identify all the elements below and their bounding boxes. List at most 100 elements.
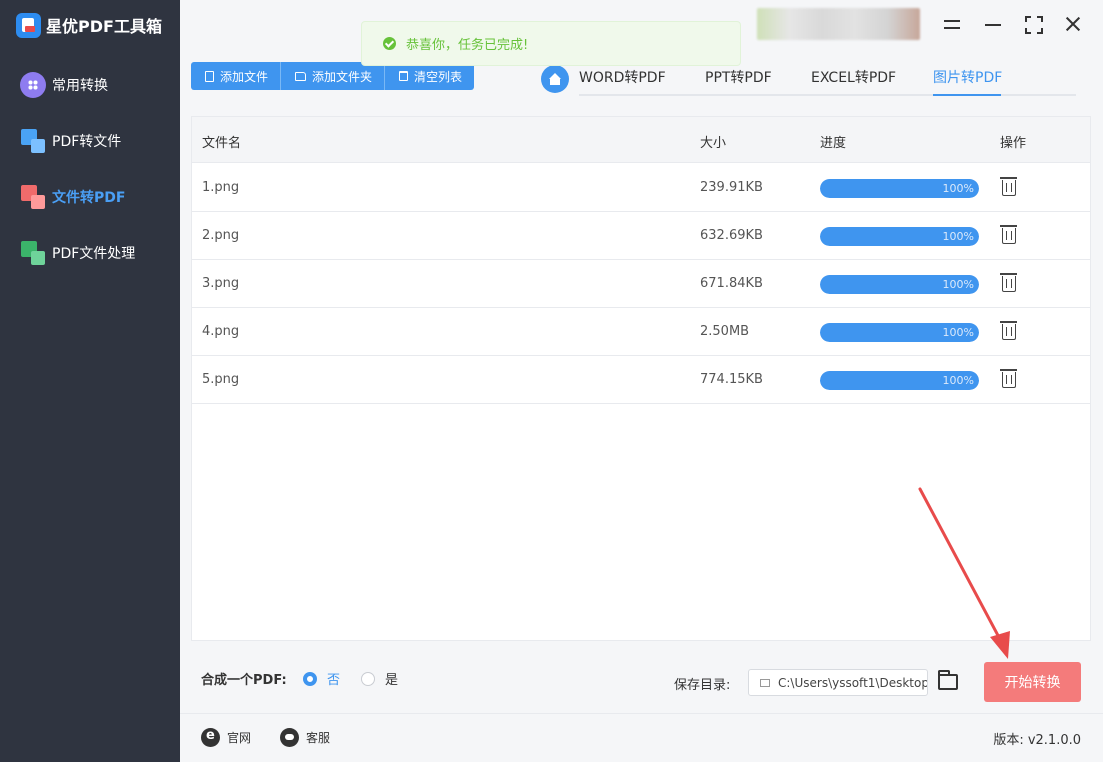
open-folder-icon[interactable] [938, 670, 958, 690]
tab-strip: WORD转PDF PPT转PDF EXCEL转PDF 图片转PDF [579, 62, 1076, 96]
progress-bar: 100% [820, 179, 979, 198]
delete-icon[interactable] [1000, 177, 1017, 196]
folder-icon [295, 71, 307, 81]
conversion-tabs: WORD转PDF PPT转PDF EXCEL转PDF 图片转PDF [541, 62, 1076, 96]
progress-bar: 100% [820, 323, 979, 342]
start-convert-button[interactable]: 开始转换 [984, 662, 1081, 702]
minimize-icon[interactable] [982, 13, 1004, 35]
progress-bar: 100% [820, 275, 979, 294]
file-name: 1.png [202, 180, 240, 195]
website-label: 官网 [227, 731, 252, 745]
support-label: 客服 [306, 731, 331, 745]
version-text: 版本: v2.1.0.0 [993, 733, 1081, 748]
delete-icon[interactable] [1000, 369, 1017, 388]
file-toolbar: 添加文件 添加文件夹 清空列表 [191, 62, 475, 90]
website-link[interactable]: 官网 [201, 728, 251, 747]
app-title-bar: 星优PDF工具箱 [16, 11, 162, 39]
pdf-process-icon [20, 240, 46, 266]
clear-list-label: 清空列表 [414, 69, 463, 84]
sidebar-item-pdf-process[interactable]: PDF文件处理 [20, 238, 135, 268]
sidebar-item-pdf-to-file[interactable]: PDF转文件 [20, 126, 121, 156]
tab-ppt-to-pdf[interactable]: PPT转PDF [705, 67, 772, 87]
file-size: 774.15KB [700, 372, 763, 387]
radio-checked-icon [303, 671, 317, 686]
browser-icon [201, 728, 220, 747]
clear-list-button[interactable]: 清空列表 [385, 62, 474, 90]
column-header-size: 大小 [700, 136, 727, 151]
file-to-pdf-icon [20, 184, 46, 210]
settings-icon[interactable] [941, 13, 963, 35]
radio-unchecked-icon [361, 671, 375, 686]
table-row: 2.png 632.69KB 100% [192, 212, 1090, 260]
progress-bar: 100% [820, 371, 979, 390]
file-size: 632.69KB [700, 228, 763, 243]
success-toast: 恭喜你，任务已完成! [361, 21, 741, 66]
table-row: 4.png 2.50MB 100% [192, 308, 1090, 356]
column-header-progress: 进度 [820, 136, 847, 151]
file-size: 671.84KB [700, 276, 763, 291]
progress-text: 100% [942, 230, 974, 243]
maximize-icon[interactable] [1022, 13, 1044, 35]
active-tab-indicator [933, 94, 1001, 96]
file-name: 4.png [202, 324, 240, 339]
progress-text: 100% [942, 374, 974, 387]
file-size: 239.91KB [700, 180, 763, 195]
merge-option-yes[interactable]: 是 [361, 669, 398, 688]
save-path-text: C:\Users\yssoft1\Desktop [778, 675, 928, 690]
home-icon[interactable] [541, 65, 569, 93]
trash-icon [399, 71, 409, 81]
sidebar-item-label: PDF转文件 [52, 134, 122, 150]
file-name: 5.png [202, 372, 240, 387]
delete-icon[interactable] [1000, 321, 1017, 340]
file-name: 3.png [202, 276, 240, 291]
sidebar-item-common-convert[interactable]: 常用转换 [20, 70, 108, 100]
progress-bar: 100% [820, 227, 979, 246]
sidebar-item-label: 文件转PDF [52, 190, 126, 206]
grid-icon [20, 72, 46, 98]
tab-word-to-pdf[interactable]: WORD转PDF [579, 67, 666, 87]
add-folder-button[interactable]: 添加文件夹 [281, 62, 386, 90]
save-path-field[interactable]: C:\Users\yssoft1\Desktop [748, 669, 928, 696]
app-logo-icon [16, 12, 41, 38]
bottom-panel: 合成一个PDF: 否 是 保存目录: C:\Users\yssoft1\Desk… [180, 650, 1103, 713]
option-yes-label: 是 [385, 673, 399, 688]
column-header-name: 文件名 [202, 136, 242, 151]
footer: 官网 客服 版本: v2.1.0.0 [180, 713, 1103, 762]
file-table: 文件名 大小 进度 操作 1.png 239.91KB 100% 2.png 6… [191, 116, 1091, 641]
progress-text: 100% [942, 326, 974, 339]
pdf-to-file-icon [20, 128, 46, 154]
merge-pdf-label: 合成一个PDF: [201, 673, 287, 688]
add-file-label: 添加文件 [220, 69, 269, 84]
support-link[interactable]: 客服 [280, 728, 330, 747]
table-row: 3.png 671.84KB 100% [192, 260, 1090, 308]
chat-icon [280, 728, 299, 747]
sidebar-item-label: PDF文件处理 [52, 246, 136, 262]
file-name: 2.png [202, 228, 240, 243]
sidebar: 星优PDF工具箱 常用转换 PDF转文件 文件转PDF PDF文件处理 [0, 0, 180, 762]
column-header-action: 操作 [1000, 136, 1027, 151]
delete-icon[interactable] [1000, 225, 1017, 244]
table-row: 1.png 239.91KB 100% [192, 164, 1090, 212]
merge-option-no[interactable]: 否 [303, 669, 340, 688]
user-avatar[interactable] [757, 8, 920, 40]
table-header: 文件名 大小 进度 操作 [192, 117, 1090, 163]
sidebar-item-label: 常用转换 [52, 78, 108, 94]
close-icon[interactable] [1062, 13, 1084, 35]
table-row: 5.png 774.15KB 100% [192, 356, 1090, 404]
toast-message: 恭喜你，任务已完成! [406, 38, 529, 53]
save-directory-label: 保存目录: [674, 678, 731, 693]
delete-icon[interactable] [1000, 273, 1017, 292]
add-folder-label: 添加文件夹 [312, 69, 373, 84]
progress-text: 100% [942, 278, 974, 291]
add-file-button[interactable]: 添加文件 [191, 62, 282, 90]
tab-excel-to-pdf[interactable]: EXCEL转PDF [811, 67, 896, 87]
tab-image-to-pdf[interactable]: 图片转PDF [933, 67, 1002, 87]
option-no-label: 否 [327, 673, 341, 688]
progress-text: 100% [942, 182, 974, 195]
sidebar-item-file-to-pdf[interactable]: 文件转PDF [20, 182, 125, 212]
success-check-icon [383, 37, 396, 50]
file-icon [205, 70, 214, 82]
folder-small-icon [760, 678, 770, 687]
file-size: 2.50MB [700, 324, 750, 339]
app-title: 星优PDF工具箱 [46, 17, 162, 36]
